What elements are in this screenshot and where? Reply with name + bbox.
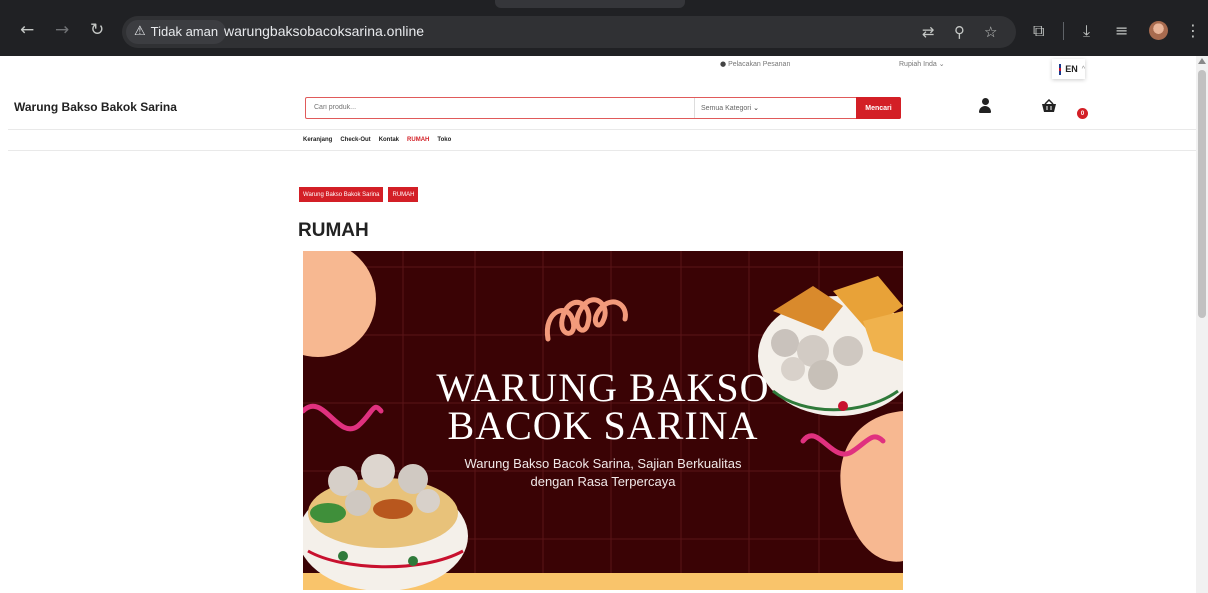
banner-title-line2: BACOK SARINA xyxy=(447,403,759,448)
menu-divider xyxy=(8,150,1196,151)
search-input[interactable] xyxy=(314,104,674,111)
language-label: EN xyxy=(1065,64,1078,74)
bookmark-star-icon[interactable]: ☆ xyxy=(984,23,997,41)
page-title: RUMAH xyxy=(298,220,369,241)
breadcrumb: Warung Bakso Bakok Sarina RUMAH xyxy=(299,187,419,202)
browser-toolbar: ← → ↻ ⚠ Tidak aman warungbaksobacoksarin… xyxy=(0,0,1208,56)
url-text[interactable]: warungbaksobacoksarina.online xyxy=(224,23,424,39)
breadcrumb-current[interactable]: RUMAH xyxy=(388,187,419,202)
scroll-up-arrow-icon[interactable] xyxy=(1198,58,1206,64)
language-switcher[interactable]: EN ^ xyxy=(1052,59,1085,79)
currency-label: Rupiah Inda xyxy=(899,61,937,68)
menu-item-keranjang[interactable]: Keranjang xyxy=(303,137,332,143)
chevron-down-icon: ⌄ xyxy=(938,60,945,68)
reload-icon[interactable]: ↻ xyxy=(90,20,104,40)
menu-item-kontak[interactable]: Kontak xyxy=(379,137,399,143)
zoom-icon[interactable]: ⚲ xyxy=(954,23,965,41)
peach-circle-shape xyxy=(303,251,376,357)
warning-triangle-icon: ⚠ xyxy=(134,24,146,39)
back-arrow-icon[interactable]: ← xyxy=(20,20,34,40)
forward-arrow-icon[interactable]: → xyxy=(55,20,69,40)
main-menu: Keranjang Check-Out Kontak RUMAH Toko xyxy=(303,137,451,143)
map-pin-icon: ● xyxy=(720,60,727,68)
menu-item-toko[interactable]: Toko xyxy=(437,137,451,143)
user-account-icon[interactable] xyxy=(978,98,992,114)
site-logo[interactable]: Warung Bakso Bakok Sarina xyxy=(14,100,177,114)
squiggle-decoration xyxy=(544,297,628,342)
menu-item-rumah[interactable]: RUMAH xyxy=(407,137,429,143)
breadcrumb-home[interactable]: Warung Bakso Bakok Sarina xyxy=(299,187,384,202)
category-select[interactable]: Semua Kategori ⌄ xyxy=(694,98,856,118)
shopping-basket-icon[interactable] xyxy=(1041,99,1057,113)
chevron-down-icon: ⌄ xyxy=(753,104,760,112)
uk-flag-icon xyxy=(1059,63,1062,75)
chevron-up-icon: ^ xyxy=(1081,65,1085,73)
order-tracking-label: Pelacakan Pesanan xyxy=(728,61,791,68)
currency-selector[interactable]: Rupiah Inda ⌄ xyxy=(899,60,945,68)
header-divider xyxy=(8,129,1196,130)
reading-list-icon[interactable]: ≡ xyxy=(1115,22,1128,40)
category-select-label: Semua Kategori xyxy=(701,105,752,112)
extensions-icon[interactable]: ⧉ xyxy=(1033,22,1044,40)
profile-avatar[interactable] xyxy=(1149,21,1168,40)
menu-item-check-out[interactable]: Check-Out xyxy=(340,137,370,143)
security-chip[interactable]: ⚠ Tidak aman xyxy=(126,20,227,44)
toolbar-separator xyxy=(1063,22,1064,40)
hero-banner: WARUNG BAKSO BACOK SARINA Warung Bakso B… xyxy=(303,251,903,590)
translate-icon[interactable]: ⇄ xyxy=(922,23,935,41)
active-tab-edge xyxy=(495,0,685,8)
search-bar: Semua Kategori ⌄ Mencari xyxy=(305,97,901,119)
page-scrollbar[interactable] xyxy=(1196,56,1208,593)
search-button[interactable]: Mencari xyxy=(856,97,901,119)
security-label: Tidak aman xyxy=(150,24,219,39)
menu-kebab-icon[interactable]: ⋮ xyxy=(1185,22,1201,40)
banner-title-line1: WARUNG BAKSO xyxy=(436,365,770,410)
download-icon[interactable]: ⤓ xyxy=(1083,22,1090,40)
order-tracking-link[interactable]: ● Pelacakan Pesanan xyxy=(720,60,790,68)
address-bar[interactable]: ⚠ Tidak aman warungbaksobacoksarina.onli… xyxy=(122,16,1016,48)
cart-count-badge: 0 xyxy=(1077,108,1088,119)
banner-subtitle-line2: dengan Rasa Terpercaya xyxy=(530,474,676,489)
scroll-thumb[interactable] xyxy=(1198,70,1206,318)
banner-subtitle-line1: Warung Bakso Bacok Sarina, Sajian Berkua… xyxy=(464,456,742,471)
